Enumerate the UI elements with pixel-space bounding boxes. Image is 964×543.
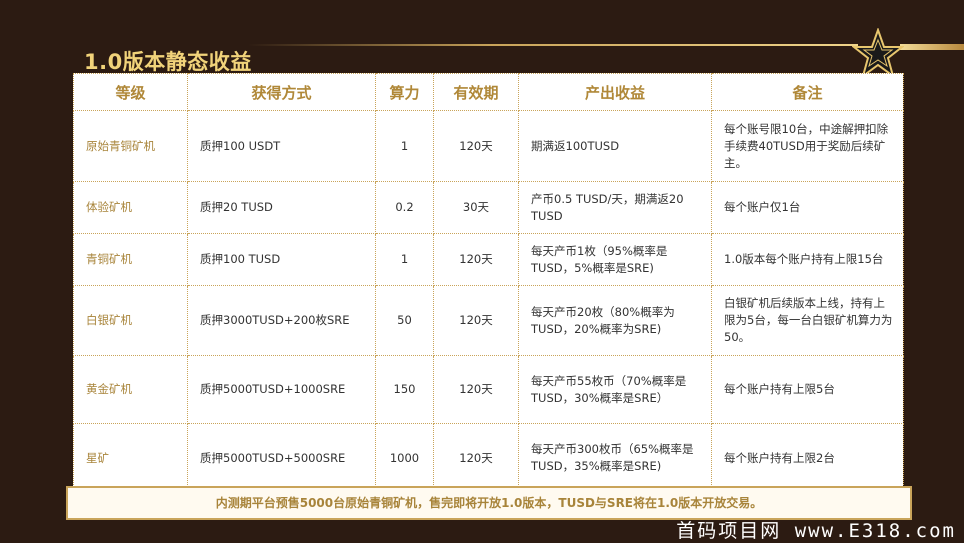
- cell-power: 1: [375, 233, 434, 286]
- cell-output: 每天产币55枚币（70%概率是TUSD，30%概率是SRE）: [518, 355, 712, 424]
- cell-power: 150: [375, 355, 434, 424]
- table-row: 星矿 质押5000TUSD+5000SRE 1000 120天 每天产币300枚…: [73, 423, 904, 493]
- cell-method: 质押20 TUSD: [187, 181, 376, 234]
- cell-period: 30天: [433, 181, 519, 234]
- cell-power: 1000: [375, 423, 434, 493]
- table-row: 体验矿机 质押20 TUSD 0.2 30天 产币0.5 TUSD/天，期满返2…: [73, 181, 904, 234]
- cell-method: 质押100 USDT: [187, 110, 376, 182]
- cell-note: 每个账号限10台，中途解押扣除手续费40TUSD用于奖励后续矿主。: [711, 110, 904, 182]
- table-row: 黄金矿机 质押5000TUSD+1000SRE 150 120天 每天产币55枚…: [73, 355, 904, 424]
- table-row: 青铜矿机 质押100 TUSD 1 120天 每天产币1枚（95%概率是TUSD…: [73, 233, 904, 286]
- header-level: 等级: [73, 73, 188, 111]
- cell-level: 体验矿机: [73, 181, 188, 234]
- cell-level: 原始青铜矿机: [73, 110, 188, 182]
- header-period: 有效期: [433, 73, 519, 111]
- header-power: 算力: [375, 73, 434, 111]
- income-table: 等级 获得方式 算力 有效期 产出收益 备注 原始青铜矿机 质押100 USDT…: [73, 73, 904, 493]
- cell-method: 质押100 TUSD: [187, 233, 376, 286]
- cell-period: 120天: [433, 233, 519, 286]
- header-method: 获得方式: [187, 73, 376, 111]
- cell-note: 每个账户持有上限2台: [711, 423, 904, 493]
- cell-level: 白银矿机: [73, 285, 188, 356]
- cell-method: 质押5000TUSD+5000SRE: [187, 423, 376, 493]
- cell-period: 120天: [433, 355, 519, 424]
- cell-output: 期满返100TUSD: [518, 110, 712, 182]
- cell-note: 每个账户持有上限5台: [711, 355, 904, 424]
- cell-level: 黄金矿机: [73, 355, 188, 424]
- site-watermark: 首码项目网 www.E318.com: [676, 520, 956, 542]
- cell-output: 产币0.5 TUSD/天，期满返20 TUSD: [518, 181, 712, 234]
- table-header-row: 等级 获得方式 算力 有效期 产出收益 备注: [73, 73, 904, 111]
- cell-method: 质押3000TUSD+200枚SRE: [187, 285, 376, 356]
- cell-output: 每天产币1枚（95%概率是TUSD，5%概率是SRE): [518, 233, 712, 286]
- table-row: 白银矿机 质押3000TUSD+200枚SRE 50 120天 每天产币20枚（…: [73, 285, 904, 356]
- cell-note: 1.0版本每个账户持有上限15台: [711, 233, 904, 286]
- header-output: 产出收益: [518, 73, 712, 111]
- cell-output: 每天产币300枚币（65%概率是TUSD，35%概率是SRE): [518, 423, 712, 493]
- footer-notice: 内测期平台预售5000台原始青铜矿机，售完即将开放1.0版本，TUSD与SRE将…: [66, 486, 912, 520]
- cell-power: 0.2: [375, 181, 434, 234]
- header-gold-line: [248, 44, 858, 46]
- cell-period: 120天: [433, 285, 519, 356]
- cell-level: 星矿: [73, 423, 188, 493]
- cell-period: 120天: [433, 110, 519, 182]
- page-title: 1.0版本静态收益: [84, 50, 252, 74]
- cell-level: 青铜矿机: [73, 233, 188, 286]
- cell-output: 每天产币20枚（80%概率为TUSD，20%概率为SRE): [518, 285, 712, 356]
- cell-note: 每个账户仅1台: [711, 181, 904, 234]
- header-gold-bar: [900, 44, 964, 50]
- cell-power: 1: [375, 110, 434, 182]
- table-row: 原始青铜矿机 质押100 USDT 1 120天 期满返100TUSD 每个账号…: [73, 110, 904, 182]
- cell-note: 白银矿机后续版本上线，持有上限为5台，每一台白银矿机算力为50。: [711, 285, 904, 356]
- header-note: 备注: [711, 73, 904, 111]
- cell-period: 120天: [433, 423, 519, 493]
- cell-power: 50: [375, 285, 434, 356]
- cell-method: 质押5000TUSD+1000SRE: [187, 355, 376, 424]
